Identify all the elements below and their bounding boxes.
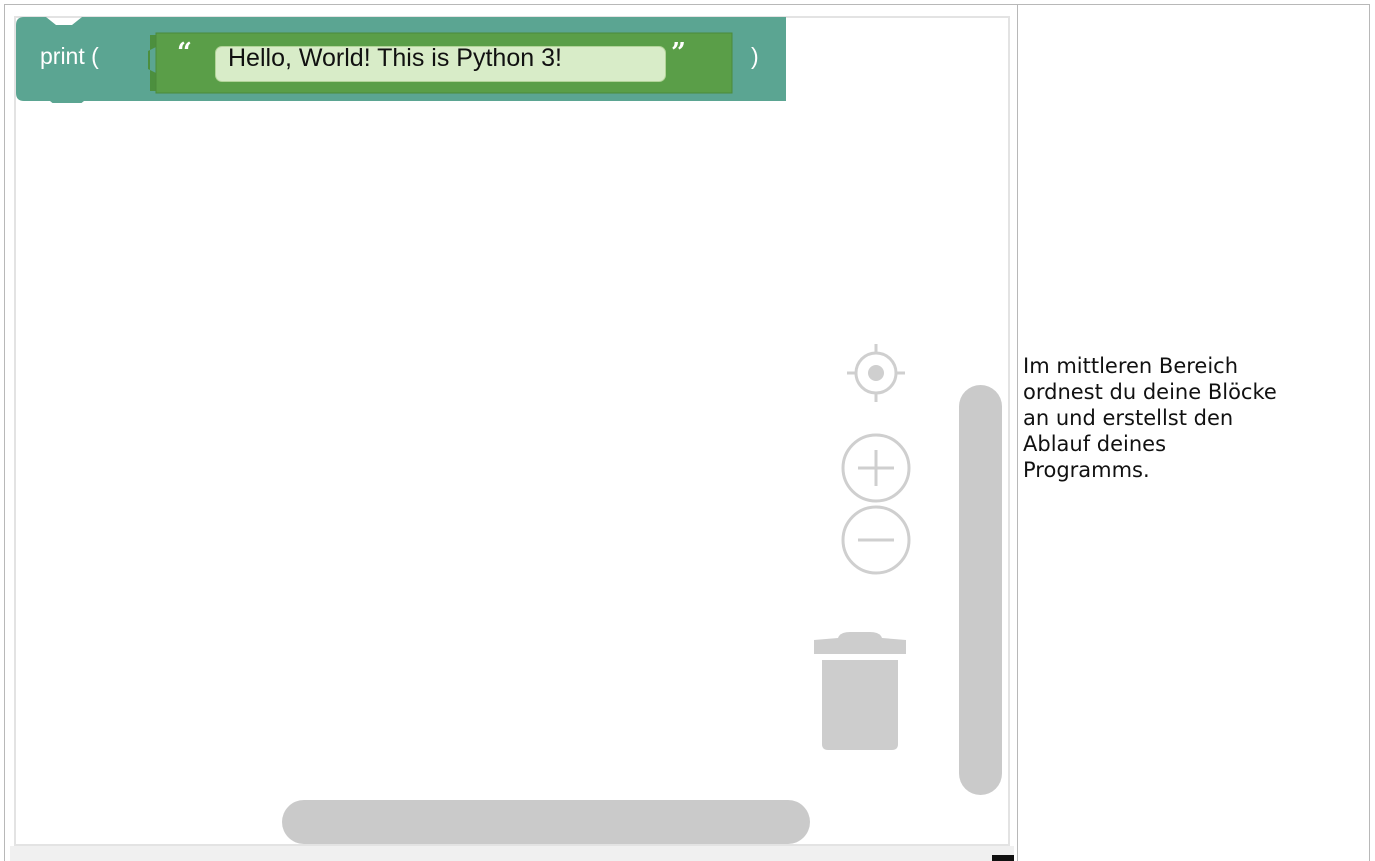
print-close-paren: ) bbox=[751, 43, 759, 69]
string-value: Hello, World! This is Python 3! bbox=[228, 44, 562, 72]
open-quote-icon: “ bbox=[177, 38, 192, 68]
trash-icon[interactable] bbox=[810, 628, 910, 754]
table-frame: print ( “ Hello, World! This is Python 3… bbox=[0, 0, 1375, 861]
vertical-scrollbar[interactable] bbox=[959, 385, 1002, 795]
plus-circle-icon[interactable] bbox=[838, 430, 914, 506]
resize-corner bbox=[992, 855, 1014, 861]
minus-circle-icon[interactable] bbox=[838, 502, 914, 578]
workspace-bottom-edge bbox=[10, 846, 1014, 861]
target-icon[interactable] bbox=[838, 340, 914, 406]
print-function-label: print ( bbox=[40, 43, 99, 69]
description-text: Im mittleren Bereich ordnest du deine Bl… bbox=[1023, 354, 1277, 482]
close-quote-icon: ” bbox=[671, 38, 686, 68]
horizontal-scrollbar[interactable] bbox=[282, 800, 810, 844]
